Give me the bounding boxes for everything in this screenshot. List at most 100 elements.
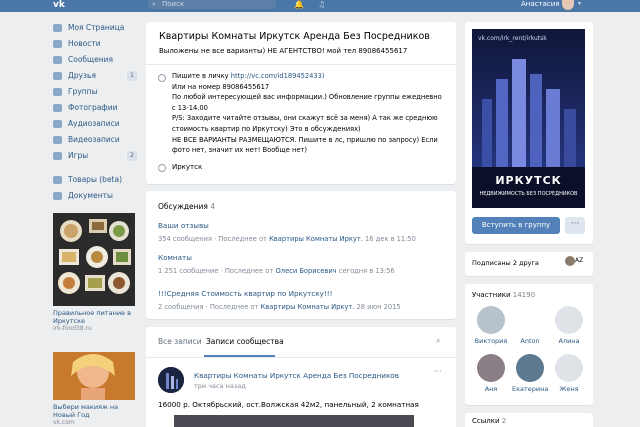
nav-item[interactable]: Документы [53, 188, 137, 204]
ad-title[interactable]: Правильное питание в Иркутске [53, 309, 135, 325]
nav-label: Новости [68, 39, 101, 48]
news-icon [53, 40, 62, 48]
music-icon[interactable]: ♫ [318, 0, 325, 9]
post-time[interactable]: три часа назад [194, 382, 246, 390]
chevron-down-icon[interactable]: ▾ [578, 0, 581, 8]
user-name[interactable]: Анастасия [521, 0, 559, 8]
post-photo[interactable] [174, 415, 414, 427]
nav-label: Игры [68, 151, 89, 160]
ad-image-makeup[interactable] [53, 352, 135, 400]
profile-link[interactable]: http://vc.com/id189452433) [231, 72, 325, 80]
bell-icon[interactable]: 🔔 [294, 0, 304, 9]
user-avatar[interactable] [562, 0, 574, 10]
nav-item[interactable]: Группы [53, 84, 137, 100]
member-avatar[interactable] [555, 306, 583, 334]
market-icon [53, 176, 62, 184]
tab-community-posts[interactable]: Записи сообщества [206, 337, 284, 346]
nav-label: Группы [68, 87, 98, 96]
wall-search-icon[interactable]: ⌕ [436, 336, 440, 346]
discussion-topic[interactable]: Ваши отзывы 354 сообщения · Последнее от … [158, 221, 416, 243]
topic-meta: 2 сообщения · Последнее от Квартиры Комн… [158, 303, 401, 311]
ad-source: irk-food38.ru [53, 325, 92, 332]
member-name[interactable]: Аня [473, 385, 509, 393]
member-avatar[interactable] [477, 306, 505, 334]
topic-last-author[interactable]: Квартиры Комнаты Иркут. [261, 303, 355, 311]
member-name[interactable]: Anton [512, 337, 548, 345]
nav-label: Друзья [68, 71, 96, 80]
member-item[interactable]: Виктория [473, 306, 509, 345]
friends-subscribed-text[interactable]: Подписаны 2 друга [472, 259, 539, 267]
topic-title[interactable]: Ваши отзывы [158, 221, 416, 230]
nav-label: Фотографии [68, 103, 118, 112]
groups-icon [53, 88, 62, 96]
member-name[interactable]: Екатерина [512, 385, 548, 393]
top-header: vk ⌕ Поиск 🔔 ♫ Анастасия ▾ [0, 0, 640, 12]
member-item[interactable]: Екатерина [512, 354, 548, 393]
search-icon: ⌕ [152, 0, 156, 8]
group-cover[interactable]: vk.com/irk_rent/irkutsk ИРКУТСК НЕДВИЖИМ… [472, 29, 585, 208]
video-icon [53, 136, 62, 144]
member-item[interactable]: Anton [512, 306, 548, 345]
member-avatar[interactable] [477, 354, 505, 382]
tab-all-posts[interactable]: Все записи [158, 337, 202, 346]
member-name[interactable]: Алина [551, 337, 587, 345]
nav-item[interactable]: Игры 2 [53, 148, 137, 164]
post-author-name[interactable]: Квартиры Комнаты Иркутск Аренда Без Поср… [194, 371, 399, 380]
friend-avatar[interactable] [565, 256, 575, 266]
wall-card: Все записи Записи сообщества ⌕ Квартиры … [146, 327, 456, 427]
member-name[interactable]: Виктория [473, 337, 509, 345]
vk-logo[interactable]: vk [53, 0, 69, 10]
description-line: Пишите в личку http://vc.com/id189452433… [172, 72, 325, 80]
member-item[interactable]: Алина [551, 306, 587, 345]
topic-title[interactable]: !!!Средняя Стоимость квартир по Иркутску… [158, 289, 401, 298]
discussions-header[interactable]: Обсуждения 4 [158, 202, 215, 211]
member-item[interactable]: Аня [473, 354, 509, 393]
member-avatar[interactable] [516, 306, 544, 334]
description-line: стоимость квартир по Иркутску) Это в обс… [172, 124, 361, 133]
nav-item[interactable]: Видеозаписи [53, 132, 137, 148]
left-nav: Моя Страница Новости Сообщения Друзья 1 Групп… [53, 20, 137, 204]
photos-icon [53, 104, 62, 112]
discussion-topic[interactable]: Комнаты 1 251 сообщение · Последнее от Ол… [158, 253, 395, 275]
member-avatar[interactable] [555, 354, 583, 382]
member-name[interactable]: Женя [551, 385, 587, 393]
nav-item[interactable]: Аудиозаписи [53, 116, 137, 132]
home-icon [53, 24, 62, 32]
discussion-topic[interactable]: !!!Средняя Стоимость квартир по Иркутску… [158, 289, 401, 311]
member-avatar[interactable] [516, 354, 544, 382]
ad-card[interactable]: Правильное питание в Иркутске irk-food38… [53, 213, 135, 332]
topic-last-author[interactable]: Квартиры Комнаты Иркут. [269, 235, 363, 243]
nav-separator [53, 164, 137, 172]
member-item[interactable]: Женя [551, 354, 587, 393]
divider [146, 357, 456, 358]
nav-item[interactable]: Фотографии [53, 100, 137, 116]
search-placeholder: Поиск [162, 0, 185, 8]
join-group-button[interactable]: Вступить в группу [472, 217, 560, 234]
search-input[interactable]: ⌕ Поиск [148, 0, 276, 9]
topic-meta: 1 251 сообщение · Последнее от Олеси Бор… [158, 267, 395, 275]
divider [146, 64, 456, 65]
ad-title[interactable]: Выбери макияж на Новый Год [53, 403, 135, 419]
topic-title[interactable]: Комнаты [158, 253, 395, 262]
post-author-avatar[interactable] [158, 367, 184, 393]
links-header[interactable]: Ссылки 2 [472, 417, 506, 425]
topic-last-author[interactable]: Олеси Борисевич [276, 267, 337, 275]
ad-image-food[interactable] [53, 213, 135, 306]
more-actions-button[interactable]: ··· [565, 217, 585, 234]
messages-icon [53, 56, 62, 64]
post-menu-icon[interactable]: ··· [434, 367, 442, 376]
nav-item[interactable]: Товары (beta) [53, 172, 137, 188]
nav-item[interactable]: Моя Страница [53, 20, 137, 36]
group-city[interactable]: Иркутск [172, 163, 202, 171]
cover-city: ИРКУТСК [495, 174, 562, 187]
description-line: фото нет, значит их нет! Вообще нет) [172, 146, 307, 155]
nav-item[interactable]: Друзья 1 [53, 68, 137, 84]
friends-subscribed-card[interactable]: Подписаны 2 друга AZ [465, 252, 593, 276]
nav-item[interactable]: Новости [53, 36, 137, 52]
location-icon [158, 164, 166, 172]
discussions-card: Обсуждения 4 Ваши отзывы 354 сообщения · … [146, 191, 456, 319]
nav-item[interactable]: Сообщения [53, 52, 137, 68]
friend-avatar-az[interactable]: AZ [575, 256, 583, 266]
members-header[interactable]: Участники 14190 [472, 291, 535, 299]
ad-card[interactable]: Выбери макияж на Новый Год vk.com [53, 352, 135, 426]
